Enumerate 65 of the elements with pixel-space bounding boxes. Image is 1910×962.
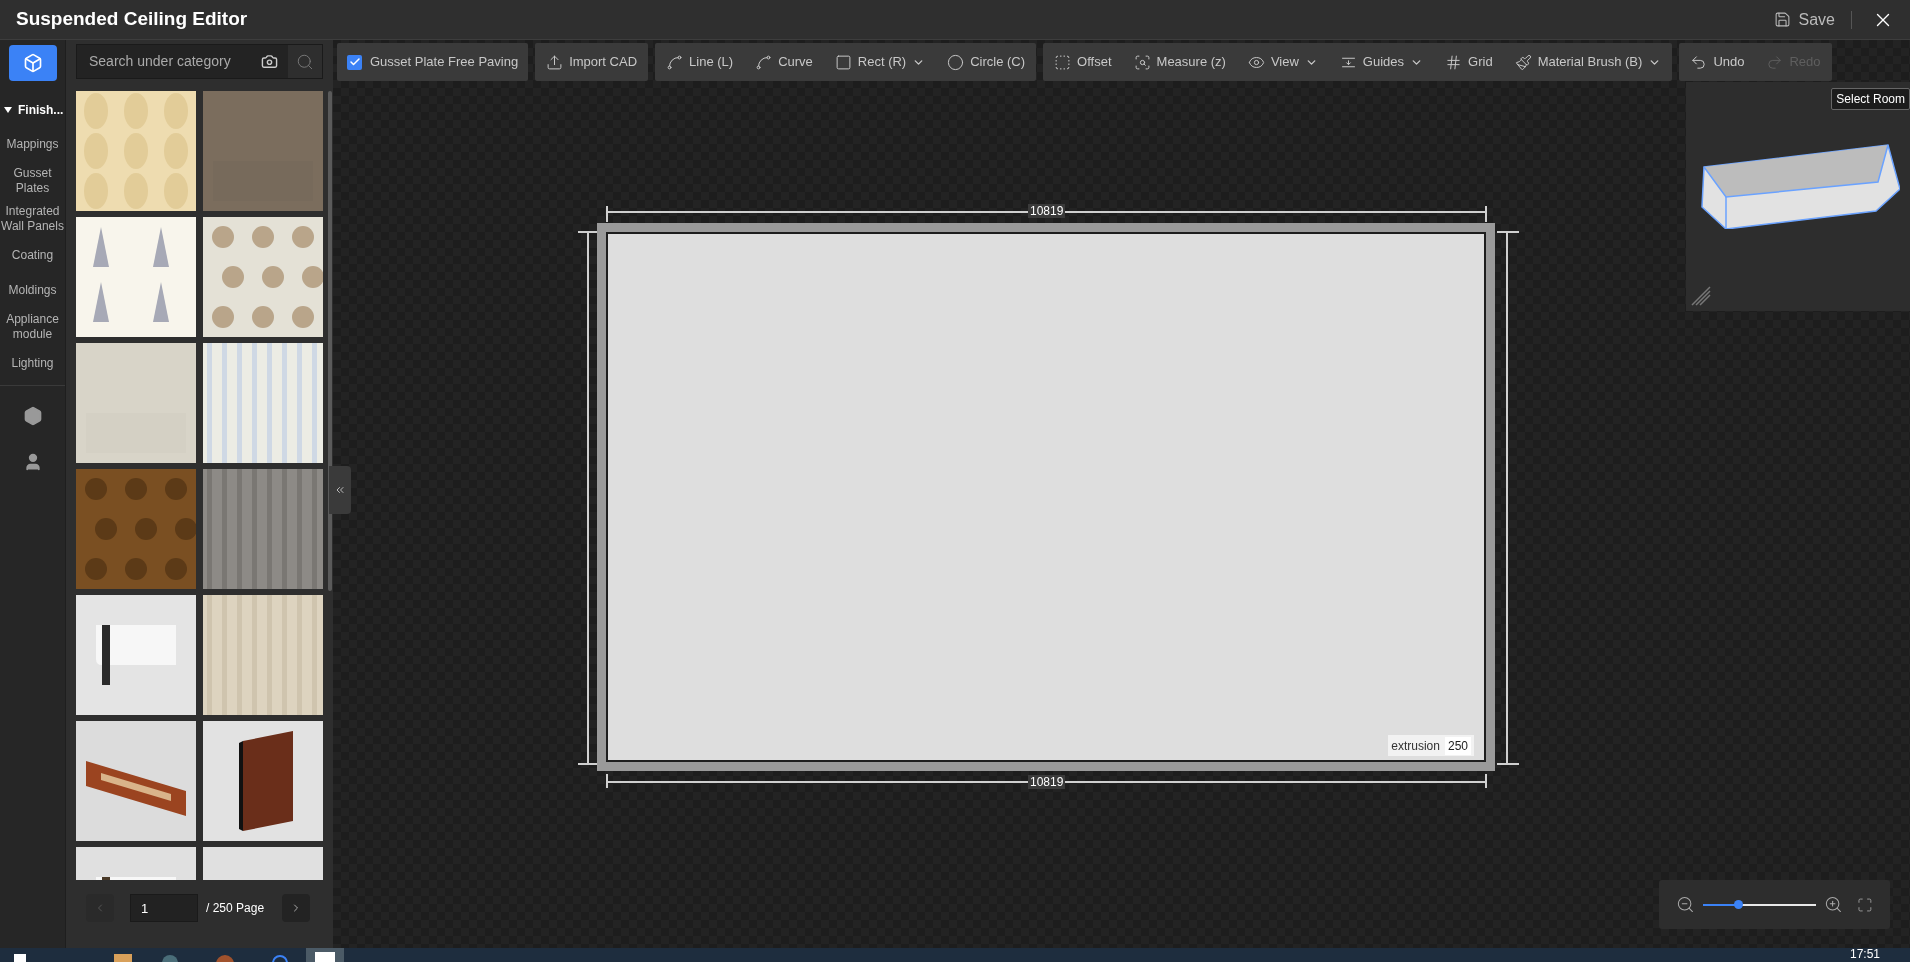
measure-icon bbox=[1133, 53, 1151, 71]
tool-button[interactable]: Curve bbox=[744, 43, 824, 81]
redo-icon bbox=[1766, 53, 1784, 71]
search-button[interactable] bbox=[288, 45, 322, 78]
collapse-handle[interactable] bbox=[329, 466, 351, 514]
tool-button[interactable]: Grid bbox=[1434, 43, 1504, 81]
room-preview[interactable]: Select Room bbox=[1686, 82, 1910, 311]
zoom-out-icon[interactable] bbox=[1676, 895, 1695, 914]
upload-icon bbox=[546, 53, 564, 71]
circle-icon bbox=[947, 53, 965, 71]
undo-icon bbox=[1690, 53, 1708, 71]
category-item[interactable]: Mappings bbox=[0, 127, 65, 162]
hexagon-icon[interactable] bbox=[22, 406, 43, 426]
fit-view-icon[interactable] bbox=[1857, 896, 1873, 913]
category-item[interactable]: Appliance module bbox=[0, 308, 65, 346]
checkbox-label: Gusset Plate Free Paving bbox=[370, 53, 519, 72]
zoom-thumb[interactable] bbox=[1734, 900, 1743, 909]
extrusion-label: extrusion bbox=[1391, 737, 1440, 755]
page-field[interactable]: 1 bbox=[130, 894, 198, 922]
resize-grip-icon[interactable] bbox=[1690, 285, 1712, 307]
scrollbar[interactable] bbox=[328, 91, 332, 591]
tool-button[interactable]: Measure (z) bbox=[1122, 43, 1237, 81]
checkbox[interactable] bbox=[347, 54, 362, 70]
curve-icon bbox=[755, 53, 773, 71]
cube-icon bbox=[22, 53, 43, 73]
category-header[interactable]: Finish... bbox=[0, 93, 65, 127]
search-icon bbox=[296, 52, 314, 71]
search-field[interactable]: Search under category bbox=[77, 51, 261, 72]
window-title: Suspended Ceiling Editor bbox=[16, 7, 248, 32]
tool-button[interactable]: Guides bbox=[1328, 43, 1435, 81]
paving-checkbox[interactable]: Gusset Plate Free Paving bbox=[337, 43, 529, 81]
category-item[interactable]: Coating bbox=[0, 238, 65, 273]
tool-button[interactable]: Offset bbox=[1043, 43, 1123, 81]
select-room-button[interactable]: Select Room bbox=[1831, 88, 1910, 110]
page-count: / 250 Page bbox=[206, 900, 265, 917]
dimension-label: 10819 bbox=[1028, 775, 1066, 789]
extrusion-value[interactable]: 250 bbox=[1444, 736, 1471, 755]
extrusion-field[interactable]: extrusion 250 bbox=[1388, 735, 1474, 756]
category-item[interactable]: Integrated Wall Panels bbox=[0, 200, 65, 238]
save-button[interactable]: Save bbox=[1761, 7, 1847, 32]
collapse-icon bbox=[334, 484, 346, 496]
square-icon bbox=[834, 53, 852, 71]
tool-button[interactable]: Import CAD bbox=[535, 43, 649, 81]
tool-button[interactable]: Rect (R) bbox=[823, 43, 937, 81]
zoom-slider[interactable] bbox=[1702, 898, 1817, 911]
expand-triangle-icon bbox=[4, 107, 12, 113]
tool-button[interactable]: Material Brush (B) bbox=[1503, 43, 1673, 81]
category-item[interactable]: Moldings bbox=[0, 273, 65, 308]
grid-icon bbox=[1445, 53, 1463, 71]
tool-button[interactable]: Circle (C) bbox=[936, 43, 1037, 81]
category-item[interactable]: Lighting bbox=[0, 346, 65, 381]
category-item[interactable]: Gusset Plates bbox=[0, 162, 65, 200]
tool-button[interactable]: View bbox=[1236, 43, 1329, 81]
dimension-label: 10819 bbox=[1028, 204, 1066, 218]
dashed-square-icon bbox=[1054, 53, 1072, 71]
active-app-icon[interactable] bbox=[306, 948, 344, 962]
home-button[interactable] bbox=[8, 45, 57, 81]
tool-button[interactable]: Undo bbox=[1679, 43, 1756, 81]
zoom-in-icon[interactable] bbox=[1824, 895, 1844, 914]
clock: 17:51 bbox=[1849, 948, 1880, 962]
search-bar[interactable]: Search under category bbox=[76, 44, 323, 79]
brush-icon bbox=[1514, 53, 1532, 71]
camera-icon[interactable] bbox=[261, 53, 278, 70]
save-icon bbox=[1773, 11, 1791, 28]
tool-button[interactable]: Line (L) bbox=[655, 43, 745, 81]
